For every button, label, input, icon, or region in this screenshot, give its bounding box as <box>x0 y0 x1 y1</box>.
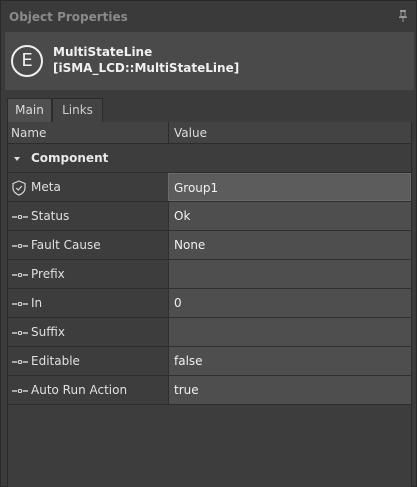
property-slot-icon <box>12 389 28 393</box>
property-name: Suffix <box>31 325 65 339</box>
property-name-cell[interactable]: Fault Cause <box>8 231 168 259</box>
property-value-cell[interactable]: true <box>168 376 411 404</box>
property-value: true <box>174 383 199 397</box>
grid-column-header: Name Value <box>8 122 411 144</box>
property-row[interactable]: Suffix <box>8 318 411 347</box>
property-value: Group1 <box>174 181 219 195</box>
property-row[interactable]: Status Ok <box>8 202 411 231</box>
property-name: Editable <box>31 354 80 368</box>
panel-titlebar: Object Properties <box>1 1 416 31</box>
property-value-cell[interactable]: 0 <box>168 289 411 317</box>
object-header: E MultiStateLine [iSMA_LCD::MultiStateLi… <box>5 32 414 90</box>
object-properties-panel: Object Properties E MultiStateLine [iSMA… <box>0 0 417 487</box>
shield-icon <box>12 180 26 196</box>
property-name-cell[interactable]: Status <box>8 202 168 230</box>
tab-links[interactable]: Links <box>52 98 103 122</box>
property-value-cell[interactable]: Ok <box>168 202 411 230</box>
column-separator[interactable] <box>168 122 169 144</box>
property-name-cell[interactable]: Editable <box>8 347 168 375</box>
property-grid: Name Value Component Meta Group1 Status Ok F… <box>7 122 412 487</box>
property-row[interactable]: Prefix <box>8 260 411 289</box>
property-name-cell[interactable]: Meta <box>8 173 168 201</box>
property-value: 0 <box>174 296 182 310</box>
column-header-name[interactable]: Name <box>11 126 46 140</box>
property-name: In <box>31 296 43 310</box>
property-slot-icon <box>12 215 28 219</box>
property-name-cell[interactable]: Suffix <box>8 318 168 346</box>
column-header-value[interactable]: Value <box>174 126 207 140</box>
object-name: MultiStateLine <box>53 45 153 59</box>
property-name-cell[interactable]: Prefix <box>8 260 168 288</box>
property-row[interactable]: Fault Cause None <box>8 231 411 260</box>
property-name: Auto Run Action <box>31 383 128 397</box>
property-name-cell[interactable]: In <box>8 289 168 317</box>
property-slot-icon <box>12 273 28 277</box>
group-label: Component <box>31 151 109 165</box>
property-value-cell[interactable]: Group1 <box>168 173 411 201</box>
property-row[interactable]: Editable false <box>8 347 411 376</box>
component-type-icon: E <box>11 45 43 77</box>
property-slot-icon <box>12 360 28 364</box>
property-slot-icon <box>12 302 28 306</box>
property-value-cell[interactable] <box>168 318 411 346</box>
property-slot-icon <box>12 331 28 335</box>
tab-main[interactable]: Main <box>7 98 52 122</box>
collapse-arrow-icon[interactable] <box>14 157 20 161</box>
property-value: None <box>174 238 206 252</box>
property-value-cell[interactable] <box>168 260 411 288</box>
property-slot-icon <box>12 244 28 248</box>
pin-icon[interactable] <box>399 10 407 22</box>
property-value-cell[interactable]: None <box>168 231 411 259</box>
property-name: Meta <box>31 180 61 194</box>
property-row[interactable]: In 0 <box>8 289 411 318</box>
property-name: Fault Cause <box>31 238 101 252</box>
property-row[interactable]: Auto Run Action true <box>8 376 411 405</box>
group-row-component[interactable]: Component <box>8 144 411 173</box>
property-row[interactable]: Meta Group1 <box>8 173 411 202</box>
property-value: Ok <box>174 209 191 223</box>
property-value: false <box>174 354 203 368</box>
panel-title: Object Properties <box>9 10 128 24</box>
property-name: Status <box>31 209 70 223</box>
tab-strip: Main Links <box>7 98 412 122</box>
object-type: [iSMA_LCD::MultiStateLine] <box>53 61 240 75</box>
property-name-cell[interactable]: Auto Run Action <box>8 376 168 404</box>
property-name: Prefix <box>31 267 65 281</box>
property-value-cell[interactable]: false <box>168 347 411 375</box>
